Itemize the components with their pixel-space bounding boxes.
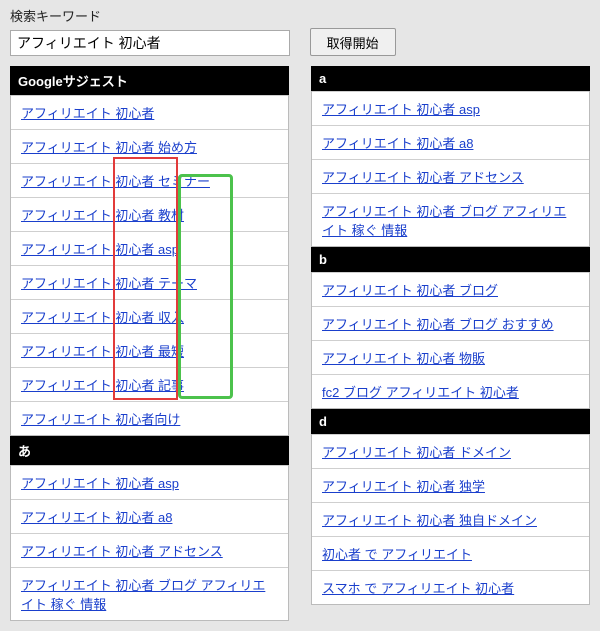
results-columns: Googleサジェストアフィリエイト 初心者アフィリエイト 初心者 始め方アフィ…: [10, 66, 590, 621]
left-section-head: あ: [10, 436, 289, 465]
right-column: aアフィリエイト 初心者 aspアフィリエイト 初心者 a8アフィリエイト 初心…: [311, 66, 590, 621]
suggest-link[interactable]: アフィリエイト 初心者 テーマ: [21, 276, 197, 291]
list-item: アフィリエイト 初心者 ドメイン: [312, 434, 589, 468]
suggest-link[interactable]: アフィリエイト 初心者 最短: [21, 344, 184, 359]
suggest-link[interactable]: スマホ で アフィリエイト 初心者: [322, 581, 514, 596]
left-section-head: Googleサジェスト: [10, 66, 289, 95]
list-item: アフィリエイト 初心者 asp: [312, 91, 589, 125]
right-section-head: d: [311, 409, 590, 434]
list-item: アフィリエイト 初心者 セミナー: [11, 163, 288, 197]
right-section-head: b: [311, 247, 590, 272]
list-item: アフィリエイト 初心者 a8: [312, 125, 589, 159]
right-list: アフィリエイト 初心者 asp アフィリエイト 初心者 a8 アフィリエイト 初心者…: [311, 91, 590, 247]
list-item: アフィリエイト 初心者 物販: [312, 340, 589, 374]
list-item: アフィリエイト 初心者 アドセンス: [312, 159, 589, 193]
list-item: fc2 ブログ アフィリエイト 初心者: [312, 374, 589, 408]
suggest-link[interactable]: アフィリエイト 初心者 ブログ おすすめ: [322, 317, 554, 332]
suggest-link[interactable]: アフィリエイト 初心者 asp: [21, 476, 179, 491]
suggest-link[interactable]: アフィリエイト 初心者 ブログ: [322, 283, 498, 298]
list-item: 初心者 で アフィリエイト: [312, 536, 589, 570]
list-item: アフィリエイト 初心者 始め方: [11, 129, 288, 163]
suggest-link[interactable]: アフィリエイト 初心者 物販: [322, 351, 485, 366]
list-item: アフィリエイト 初心者 記事: [11, 367, 288, 401]
suggest-link[interactable]: アフィリエイト 初心者 ドメイン: [322, 445, 511, 460]
list-item: アフィリエイト 初心者 独自ドメイン: [312, 502, 589, 536]
right-section-head: a: [311, 66, 590, 91]
suggest-link[interactable]: アフィリエイト 初心者向け: [21, 412, 180, 427]
list-item: アフィリエイト 初心者 教材: [11, 197, 288, 231]
list-item: アフィリエイト 初心者 ブログ アフィリエイト 稼ぐ 情報: [312, 193, 589, 246]
suggest-link[interactable]: アフィリエイト 初心者: [21, 106, 154, 121]
suggest-link[interactable]: アフィリエイト 初心者 独学: [322, 479, 485, 494]
left-list: アフィリエイト 初心者アフィリエイト 初心者 始め方アフィリエイト 初心者 セミ…: [10, 95, 289, 436]
right-list: アフィリエイト 初心者 ブログアフィリエイト 初心者 ブログ おすすめアフィリエ…: [311, 272, 590, 409]
suggest-link[interactable]: アフィリエイト 初心者 アドセンス: [21, 544, 223, 559]
suggest-link[interactable]: アフィリエイト 初心者 教材: [21, 208, 184, 223]
list-item: アフィリエイト 初心者 最短: [11, 333, 288, 367]
list-item: アフィリエイト 初心者 asp: [11, 465, 288, 499]
list-item: アフィリエイト 初心者 a8: [11, 499, 288, 533]
list-item: アフィリエイト 初心者 テーマ: [11, 265, 288, 299]
list-item: スマホ で アフィリエイト 初心者: [312, 570, 589, 604]
left-list: アフィリエイト 初心者 asp アフィリエイト 初心者 a8 アフィリエイト 初心者…: [10, 465, 289, 621]
suggest-link[interactable]: 初心者 で アフィリエイト: [322, 547, 472, 562]
suggest-link[interactable]: アフィリエイト 初心者 ブログ アフィリエイト 稼ぐ 情報: [21, 578, 265, 612]
list-item: アフィリエイト 初心者 ブログ: [312, 272, 589, 306]
suggest-link[interactable]: アフィリエイト 初心者 独自ドメイン: [322, 513, 537, 528]
suggest-link[interactable]: アフィリエイト 初心者 記事: [21, 378, 184, 393]
suggest-link[interactable]: アフィリエイト 初心者 収入: [21, 310, 184, 325]
search-label: 検索キーワード: [10, 6, 590, 25]
list-item: アフィリエイト 初心者: [11, 95, 288, 129]
suggest-link[interactable]: アフィリエイト 初心者 セミナー: [21, 174, 210, 189]
right-list: アフィリエイト 初心者 ドメインアフィリエイト 初心者 独学アフィリエイト 初心…: [311, 434, 590, 605]
list-item: アフィリエイト 初心者 独学: [312, 468, 589, 502]
list-item: アフィリエイト 初心者 ブログ アフィリエイト 稼ぐ 情報: [11, 567, 288, 620]
search-input[interactable]: [10, 30, 290, 56]
suggest-link[interactable]: アフィリエイト 初心者 a8: [322, 136, 473, 151]
list-item: アフィリエイト 初心者向け: [11, 401, 288, 435]
suggest-link[interactable]: アフィリエイト 初心者 asp: [21, 242, 179, 257]
suggest-link[interactable]: fc2 ブログ アフィリエイト 初心者: [322, 385, 519, 400]
left-column: Googleサジェストアフィリエイト 初心者アフィリエイト 初心者 始め方アフィ…: [10, 66, 289, 621]
list-item: アフィリエイト 初心者 収入: [11, 299, 288, 333]
list-item: アフィリエイト 初心者 ブログ おすすめ: [312, 306, 589, 340]
suggest-link[interactable]: アフィリエイト 初心者 アドセンス: [322, 170, 524, 185]
suggest-link[interactable]: アフィリエイト 初心者 始め方: [21, 140, 197, 155]
list-item: アフィリエイト 初心者 asp: [11, 231, 288, 265]
list-item: アフィリエイト 初心者 アドセンス: [11, 533, 288, 567]
search-area: 検索キーワード 取得開始: [10, 6, 590, 56]
suggest-link[interactable]: アフィリエイト 初心者 asp: [322, 102, 480, 117]
fetch-button[interactable]: 取得開始: [310, 28, 396, 56]
suggest-link[interactable]: アフィリエイト 初心者 ブログ アフィリエイト 稼ぐ 情報: [322, 204, 566, 238]
